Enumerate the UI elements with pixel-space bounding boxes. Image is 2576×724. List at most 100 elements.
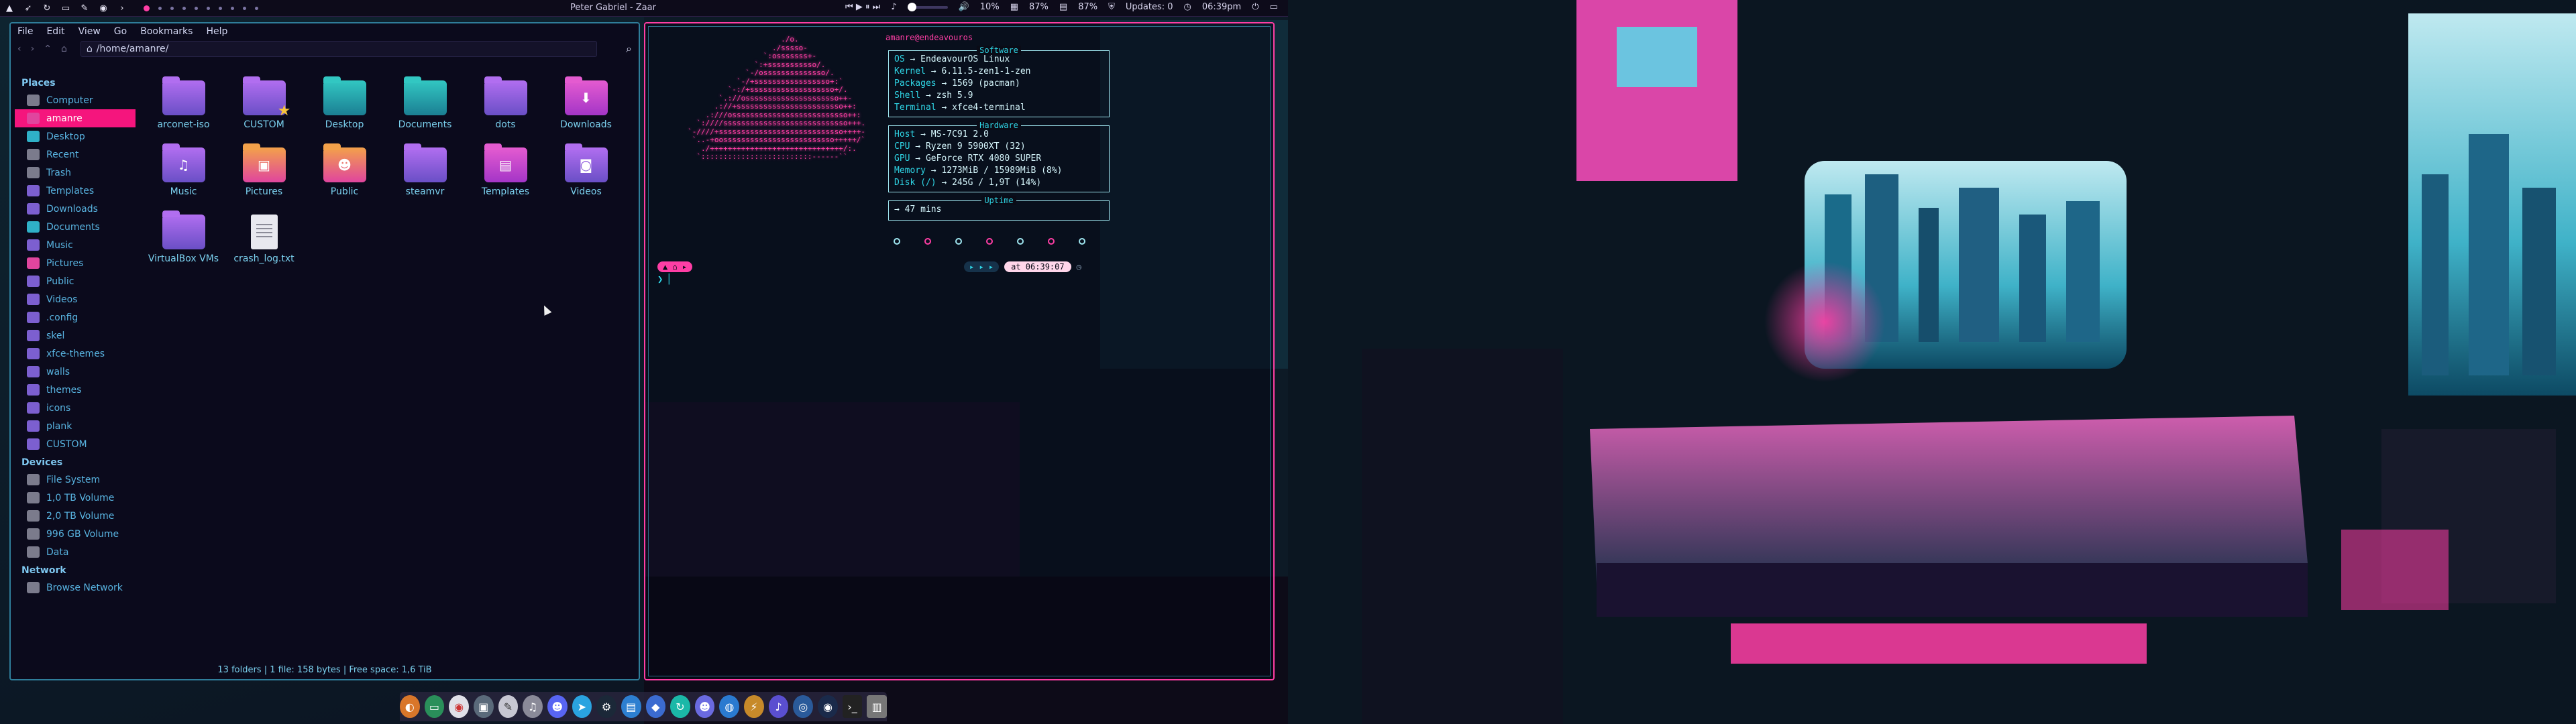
folder-item[interactable]: VirtualBox VMs xyxy=(145,210,222,264)
gimp-icon[interactable]: ✎ xyxy=(498,695,519,718)
folder-item[interactable]: ★ CUSTOM xyxy=(225,76,303,130)
sidebar-item-amanre[interactable]: amanre xyxy=(15,109,136,127)
steam-icon[interactable]: ⚙ xyxy=(596,695,616,718)
sidebar-item-downloads[interactable]: Downloads xyxy=(15,200,136,218)
rocket-icon[interactable]: ➶ xyxy=(21,1,36,15)
menu-view[interactable]: View xyxy=(78,26,101,37)
sidebar-item-plank[interactable]: plank xyxy=(15,417,136,435)
menu-edit[interactable]: Edit xyxy=(46,26,64,37)
settings-icon[interactable]: ◎ xyxy=(793,695,814,718)
location-path[interactable]: /home/amanre/ xyxy=(97,44,169,54)
sidebar-item-computer[interactable]: Computer xyxy=(15,91,136,109)
workspace-dot[interactable] xyxy=(182,6,186,10)
folder-item[interactable]: ▣ Pictures xyxy=(225,143,303,197)
volume-icon[interactable]: 🔊 xyxy=(959,2,969,12)
sidebar-item-desktop[interactable]: Desktop xyxy=(15,127,136,145)
workspace-dot[interactable] xyxy=(170,6,174,10)
updates-label[interactable]: Updates: 0 xyxy=(1126,2,1173,12)
system-icon[interactable]: ◉ xyxy=(818,695,838,718)
sidebar-item-public[interactable]: Public xyxy=(15,272,136,290)
folder-item[interactable]: ☻ Public xyxy=(306,143,383,197)
sidebar-item-videos[interactable]: Videos xyxy=(15,290,136,308)
telegram-icon[interactable]: ➤ xyxy=(572,695,592,718)
location-bar[interactable]: ⌂ /home/amanre/ xyxy=(80,41,597,57)
up-icon[interactable]: ⌃ xyxy=(44,44,52,54)
wrench-icon[interactable]: ✎ xyxy=(77,1,92,15)
sidebar-item-xfce-themes[interactable]: xfce-themes xyxy=(15,345,136,363)
folder-icon[interactable]: ▭ xyxy=(58,1,73,15)
terminal-window[interactable]: ./o. ./sssso- `:osssssss+- `:+ssssssssss… xyxy=(644,22,1275,680)
image-viewer-icon[interactable]: ▣ xyxy=(473,695,494,718)
search-icon[interactable]: ⌕ xyxy=(626,42,632,56)
workspace-dot[interactable] xyxy=(195,6,198,10)
lightning-icon[interactable]: ⚡ xyxy=(744,695,764,718)
display-icon[interactable]: ▭ xyxy=(1270,2,1278,12)
workspace-switcher[interactable] xyxy=(144,5,258,11)
workspace-dot[interactable] xyxy=(158,6,162,10)
note-icon[interactable]: ♪ xyxy=(768,695,789,718)
terminal-app-icon[interactable]: ›_ xyxy=(842,695,863,718)
volume-slider-knob[interactable] xyxy=(907,2,916,11)
workspace-dot[interactable] xyxy=(219,6,222,10)
audio-icon[interactable]: ♫ xyxy=(523,695,543,718)
sidebar-item-music[interactable]: Music xyxy=(15,236,136,254)
browser-icon[interactable]: ◍ xyxy=(719,695,740,718)
file-item[interactable]: crash_log.txt xyxy=(225,215,303,264)
sidebar-item-browse-network[interactable]: Browse Network xyxy=(15,579,136,597)
folder-item[interactable]: dots xyxy=(467,76,544,130)
workspace-dot[interactable] xyxy=(255,6,258,10)
workspace-dot-active[interactable] xyxy=(144,5,150,11)
folder-item[interactable]: ⬇ Downloads xyxy=(547,76,625,130)
vscode-icon[interactable]: ◆ xyxy=(645,695,666,718)
sidebar-item-volume-996gb[interactable]: 996 GB Volume xyxy=(15,525,136,543)
sidebar-item-themes[interactable]: themes xyxy=(15,381,136,399)
sidebar-item-volume-2tb[interactable]: 2,0 TB Volume xyxy=(15,507,136,525)
sidebar-item-walls[interactable]: walls xyxy=(15,363,136,381)
home-icon[interactable]: ⌂ xyxy=(61,44,67,54)
sidebar-item-trash[interactable]: Trash xyxy=(15,164,136,182)
folder-item[interactable]: steamvr xyxy=(386,143,464,197)
camera-icon[interactable]: ◉ xyxy=(96,1,111,15)
sidebar-item-skel[interactable]: skel xyxy=(15,326,136,345)
prompt-caret[interactable]: ❯ ▏ xyxy=(657,274,674,285)
document-icon[interactable]: ▤ xyxy=(621,695,641,718)
sidebar-item-file-system[interactable]: File System xyxy=(15,471,136,489)
trash-dock-icon[interactable]: ▥ xyxy=(867,695,888,718)
forward-icon[interactable]: › xyxy=(31,44,35,54)
sidebar-item-icons[interactable]: icons xyxy=(15,399,136,417)
terminal-icon[interactable]: › xyxy=(115,1,129,15)
files-icon[interactable]: ▭ xyxy=(424,695,445,718)
workspace-dot[interactable] xyxy=(207,6,210,10)
menu-bookmarks[interactable]: Bookmarks xyxy=(140,26,193,37)
menu-help[interactable]: Help xyxy=(206,26,227,37)
sidebar-item-pictures[interactable]: Pictures xyxy=(15,254,136,272)
menu-file[interactable]: File xyxy=(17,26,33,37)
chrome-icon[interactable]: ◉ xyxy=(449,695,469,718)
back-icon[interactable]: ‹ xyxy=(17,44,21,54)
sidebar-item-custom[interactable]: CUSTOM xyxy=(15,435,136,453)
refresh-app-icon[interactable]: ↻ xyxy=(670,695,690,718)
refresh-icon[interactable]: ↻ xyxy=(40,1,54,15)
folder-item[interactable]: arconet-iso xyxy=(145,76,222,130)
folder-item[interactable]: ▤ Templates xyxy=(467,143,544,197)
endeavour-logo-icon[interactable]: ▲ xyxy=(2,1,17,15)
folder-item[interactable]: Documents xyxy=(386,76,464,130)
folder-item[interactable]: Desktop xyxy=(306,76,383,130)
folder-item[interactable]: ♫ Music xyxy=(145,143,222,197)
clock[interactable]: 06:39pm xyxy=(1202,2,1241,12)
menu-go[interactable]: Go xyxy=(114,26,127,37)
discord-alt-icon[interactable]: ☻ xyxy=(694,695,715,718)
sidebar-item-templates[interactable]: Templates xyxy=(15,182,136,200)
sidebar-item-config[interactable]: .config xyxy=(15,308,136,326)
firefox-icon[interactable]: ◐ xyxy=(399,695,420,718)
sidebar-item-volume-1tb[interactable]: 1,0 TB Volume xyxy=(15,489,136,507)
media-controls[interactable]: ⏮ ▶ ⏸ ⏭ xyxy=(845,2,880,12)
sidebar-item-documents[interactable]: Documents xyxy=(15,218,136,236)
volume-slider[interactable] xyxy=(907,2,948,11)
sidebar-item-data[interactable]: Data xyxy=(15,543,136,561)
workspace-dot[interactable] xyxy=(231,6,234,10)
power-icon[interactable]: ⏻ xyxy=(1252,2,1258,12)
sidebar-item-recent[interactable]: Recent xyxy=(15,145,136,164)
folder-item[interactable]: ◙ Videos xyxy=(547,143,625,197)
discord-icon[interactable]: ☻ xyxy=(547,695,568,718)
